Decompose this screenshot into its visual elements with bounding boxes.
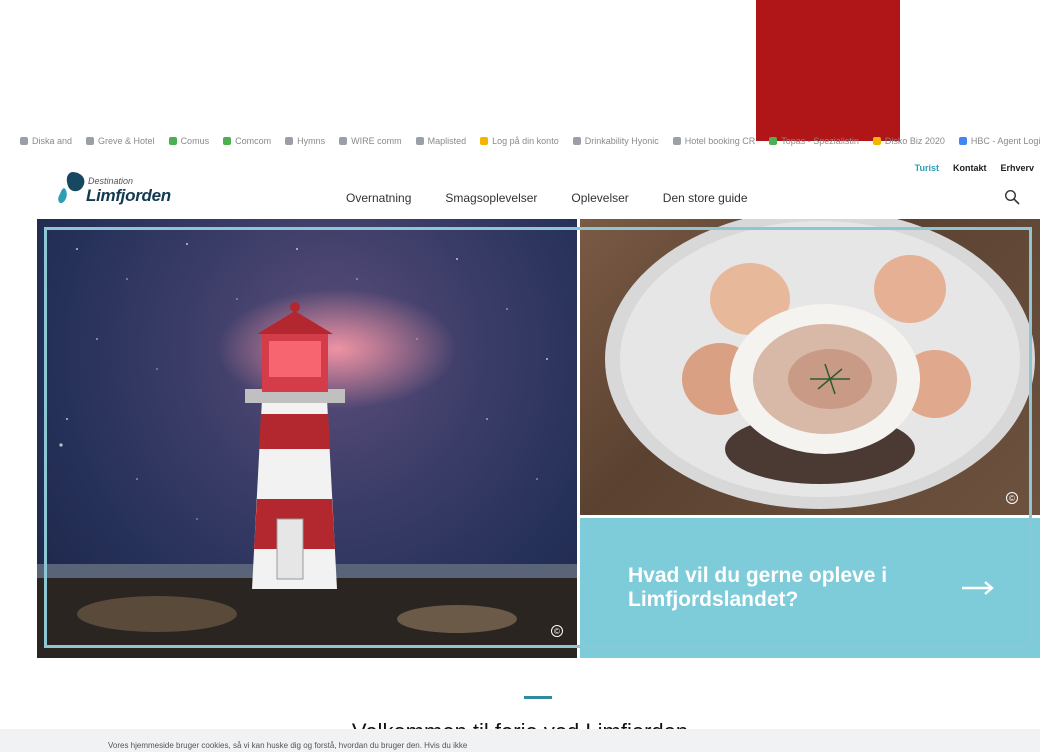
bookmark-label: Comcom (235, 136, 272, 146)
bookmark-icon (339, 137, 348, 145)
bookmark-label: Topas - Spezialistin (781, 136, 859, 146)
cookie-banner: Vores hjemmeside bruger cookies, så vi k… (0, 729, 1040, 752)
oysters-illustration (605, 219, 1035, 509)
logo-tagline: Destination (88, 176, 134, 186)
bookmark-label: Drinkability Hyonic (584, 136, 659, 146)
bookmark-icon (86, 137, 95, 145)
site-logo[interactable]: Destination Limfjorden (58, 170, 178, 206)
copyright-icon[interactable]: © (1006, 492, 1018, 504)
bookmark-label: HBC - Agent Login (970, 136, 1040, 146)
nav-den-store-guide[interactable]: Den store guide (663, 191, 748, 205)
hero-section: © © Hvad vil du gerne opleve i Limfjords… (37, 219, 1040, 658)
copyright-icon[interactable]: © (551, 625, 563, 637)
search-icon[interactable] (1004, 189, 1020, 205)
topnav-kontakt-link[interactable]: Kontakt (953, 163, 987, 173)
topnav-erhverv-link[interactable]: Erhverv (1000, 163, 1034, 173)
bookmark-label: WIRE comm (351, 136, 402, 146)
bookmark-label: Maplisted (427, 136, 467, 146)
bookmark-icon (168, 137, 177, 145)
logo-wordmark: Limfjorden (86, 186, 171, 205)
bookmark-item[interactable]: Log på din konto (480, 136, 559, 146)
bookmark-icon (672, 137, 681, 145)
bookmark-label: Comus (180, 136, 210, 146)
bookmark-icon (769, 137, 778, 145)
bookmark-icon (20, 137, 28, 145)
red-overlay-block (756, 0, 900, 141)
bookmark-item[interactable]: Topas - Spezialistin (769, 136, 859, 146)
bookmark-item[interactable]: WIRE comm (339, 136, 402, 146)
bookmark-item[interactable]: Drinkability Hyonic (572, 136, 659, 146)
nav-oplevelser[interactable]: Oplevelser (571, 191, 628, 205)
bookmark-label: Disko Biz 2020 (884, 136, 945, 146)
bookmark-icon (223, 137, 232, 145)
nav-smagsoplevelser[interactable]: Smagsoplevelser (445, 191, 537, 205)
bookmark-icon (480, 137, 489, 145)
top-navigation: Turist Kontakt Erhverv (915, 163, 1034, 173)
bookmark-icon (285, 137, 294, 145)
bookmark-label: Greve & Hotel (98, 136, 155, 146)
bookmark-item[interactable]: Maplisted (415, 136, 467, 146)
bookmark-item[interactable]: Disko Biz 2020 (872, 136, 945, 146)
bookmark-item[interactable]: Comus (168, 136, 210, 146)
nav-overnatning[interactable]: Overnatning (346, 191, 411, 205)
arrow-right-icon[interactable] (960, 580, 996, 596)
cta-panel[interactable]: Hvad vil du gerne opleve i Limfjordsland… (580, 518, 1040, 658)
main-navigation: Overnatning Smagsoplevelser Oplevelser D… (346, 191, 748, 205)
section-accent-bar (524, 696, 552, 699)
bookmarks-bar: Diska and Greve & Hotel Comus Comcom Hymns WI… (0, 133, 1040, 149)
bookmark-item[interactable]: Diska and (20, 136, 72, 146)
bookmark-icon (872, 137, 881, 145)
bookmark-label: Hymns (297, 136, 326, 146)
bookmark-item[interactable]: Greve & Hotel (86, 136, 155, 146)
oysters-image[interactable]: © (580, 219, 1040, 515)
bookmark-icon (958, 137, 967, 145)
bookmark-icon (415, 137, 424, 145)
bookmark-label: Diska and (32, 136, 73, 146)
lighthouse-image[interactable]: © (37, 219, 577, 658)
bookmark-label: Log på din konto (492, 136, 559, 146)
bookmark-icon (572, 137, 581, 145)
bookmark-item[interactable]: Hymns (285, 136, 325, 146)
bookmark-item[interactable]: HBC - Agent Login (958, 136, 1040, 146)
bookmark-item[interactable]: Comcom (223, 136, 271, 146)
bookmark-item[interactable]: Hotel booking CR (672, 136, 756, 146)
cookie-text: Vores hjemmeside bruger cookies, så vi k… (108, 741, 468, 750)
lighthouse-illustration (37, 243, 577, 658)
bookmark-label: Hotel booking CR (684, 136, 756, 146)
topnav-turist-link[interactable]: Turist (915, 163, 939, 173)
cta-heading[interactable]: Hvad vil du gerne opleve i Limfjordsland… (628, 564, 968, 612)
